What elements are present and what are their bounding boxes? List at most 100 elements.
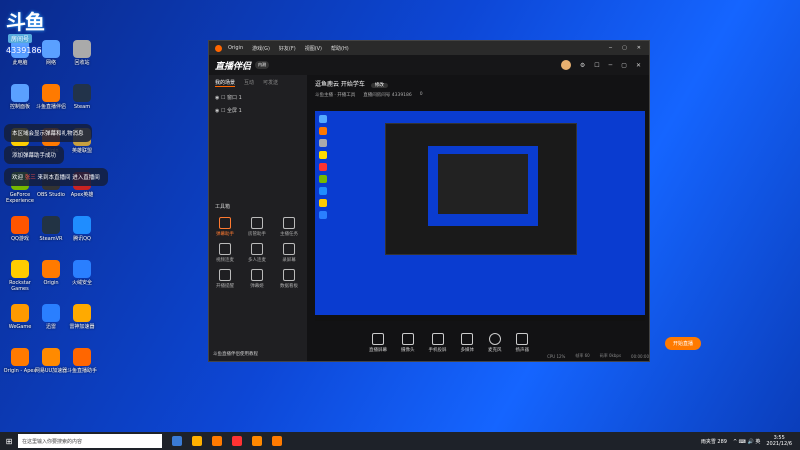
app-close-button[interactable]: ✕ (636, 62, 641, 69)
room-id: 直播间房间号 4339186 (363, 93, 412, 98)
tool-item[interactable]: 主播任务 (273, 217, 305, 237)
douyu-companion-app: 直播伴侣 内测 ⚙ ☐ ─ ▢ ✕ 我的场景 互动 可发送 ◉ ☐ 窗口 1 ◉… (209, 55, 701, 361)
tool-icon (219, 217, 231, 229)
taskbar-search-input[interactable]: 在这里输入你要搜索的内容 (18, 434, 162, 448)
tutorial-link[interactable]: 斗鱼直播伴侣使用教程 (213, 351, 258, 357)
app-icon (73, 304, 91, 322)
desktop-icon[interactable]: 回收站 (64, 40, 100, 66)
edit-title-button[interactable]: 修改 (370, 83, 388, 88)
tool-item[interactable]: 数据看板 (273, 269, 305, 289)
app-icon (11, 260, 29, 278)
app-icon (42, 260, 60, 278)
weather-widget[interactable]: 雨夹雪 289 (701, 438, 727, 445)
origin-logo-icon (215, 44, 222, 52)
fps-status: 帧率 60 (575, 353, 590, 358)
room-title: 逗鱼鹿云 开始学车 (315, 81, 365, 88)
taskbar-app-icon[interactable] (252, 436, 262, 446)
tool-item[interactable]: 开播提醒 (209, 269, 241, 289)
preview-desktop-icons (319, 115, 333, 223)
start-button[interactable]: ⊞ (0, 437, 18, 446)
settings-icon[interactable]: ⚙ (580, 62, 585, 69)
preview-nested-window (385, 123, 577, 255)
app-header: 直播伴侣 内测 ⚙ ☐ ─ ▢ ✕ (209, 55, 649, 75)
tool-item[interactable]: 视频连麦 (209, 243, 241, 263)
app-icon (73, 260, 91, 278)
toolbox-grid: 弹幕助手 房管助手 主播任务视频连麦 多人连麦 录屏幕开播提醒 弹幕姬 数据看板 (209, 217, 307, 289)
tool-icon (283, 217, 295, 229)
desktop-icon[interactable]: 腾讯QQ (64, 216, 100, 242)
window-title: Origin (228, 45, 244, 51)
desktop-icon[interactable]: 雷神加速器 (64, 304, 100, 330)
tool-icon (251, 217, 263, 229)
tray-icons[interactable]: ^ ⌨ 🔊 英 (733, 438, 760, 445)
app-sidebar: 我的场景 互动 可发送 ◉ ☐ 窗口 1 ◉ ☐ 全屏 1 工具箱 弹幕助手 房管… (209, 75, 307, 361)
room-title-row: 逗鱼鹿云 开始学车 修改 (309, 75, 649, 92)
speaker-button[interactable]: 扬声器 (516, 333, 529, 353)
screen-capture-button[interactable]: 直播屏幕 (369, 333, 387, 353)
preview-nested-app (438, 154, 528, 214)
toast-danmu-area: 本区域会显示弹幕和礼物消息 (4, 124, 92, 142)
app-icon (73, 216, 91, 234)
menu-help[interactable]: 帮助(H) (331, 45, 349, 52)
go-live-button[interactable]: 开始直播 (664, 336, 701, 350)
taskbar: ⊞ 在这里输入你要搜索的内容 雨夹雪 289 ^ ⌨ 🔊 英 3:55 2021… (0, 432, 800, 450)
app-minimize-button[interactable]: ─ (609, 62, 613, 69)
tool-icon (219, 243, 231, 255)
tool-item[interactable]: 多人连麦 (241, 243, 273, 263)
preview-taskbar (315, 315, 645, 321)
scene-fullscreen-1[interactable]: ◉ ☐ 全屏 1 (209, 104, 307, 117)
close-button[interactable]: ✕ (637, 45, 641, 51)
taskbar-app-icon[interactable] (192, 436, 202, 446)
tab-interact[interactable]: 互动 (244, 79, 254, 87)
tool-item[interactable]: 弹幕助手 (209, 217, 241, 237)
tool-icon (219, 269, 231, 281)
app-icon (11, 216, 29, 234)
cpu-status: CPU 12% (547, 353, 566, 359)
toolbox-title: 工具箱 (215, 204, 231, 210)
app-icon (11, 304, 29, 322)
room-tag: 房间号 (8, 34, 33, 43)
tool-item[interactable]: 房管助手 (241, 217, 273, 237)
desktop-icon[interactable]: Steam (64, 84, 100, 110)
app-icon (42, 84, 60, 102)
taskbar-app-icon[interactable] (232, 436, 242, 446)
viewer-count: 0 (419, 92, 423, 97)
tool-item[interactable]: 录屏幕 (273, 243, 305, 263)
microphone-button[interactable]: 麦克风 (488, 333, 502, 353)
app-icon (11, 348, 29, 366)
menu-game[interactable]: 游戏(G) (252, 45, 270, 52)
app-icon (73, 40, 91, 58)
bitrate-status: 码率 0kbps (599, 353, 622, 358)
skin-icon[interactable]: ☐ (594, 62, 599, 69)
tab-scenes[interactable]: 我的场景 (215, 79, 236, 87)
tool-item[interactable]: 弹幕姬 (241, 269, 273, 289)
tool-icon (283, 243, 295, 255)
desktop-icon[interactable]: 斗鱼直播助手 (64, 348, 100, 374)
avatar[interactable] (560, 60, 571, 70)
scene-window-1[interactable]: ◉ ☐ 窗口 1 (209, 91, 307, 104)
app-icon (42, 304, 60, 322)
app-brand: 直播伴侣 (215, 61, 252, 72)
app-icon (73, 348, 91, 366)
taskbar-app-icon[interactable] (272, 436, 282, 446)
tab-send[interactable]: 可发送 (263, 79, 278, 87)
origin-titlebar: Origin 游戏(G) 好友(F) 视图(V) 帮助(H) ─ ▢ ✕ (209, 41, 649, 55)
taskbar-app-icon[interactable] (212, 436, 222, 446)
app-maximize-button[interactable]: ▢ (621, 62, 627, 69)
minimize-button[interactable]: ─ (609, 45, 612, 51)
media-button[interactable]: 多媒体 (461, 333, 474, 353)
toast-welcome: 欢迎 张三 来到本直播间 进入直播间 (4, 168, 108, 186)
menu-view[interactable]: 视图(V) (305, 45, 322, 52)
clock[interactable]: 3:55 2021/12/6 (766, 435, 792, 447)
taskbar-app-icon[interactable] (172, 436, 182, 446)
system-tray: 雨夹雪 289 ^ ⌨ 🔊 英 3:55 2021/12/6 (701, 435, 792, 447)
desktop-icon[interactable]: 火绒安全 (64, 260, 100, 286)
status-bar: CPU 12% 帧率 60 码率 0kbps 00:00:00 (309, 351, 657, 361)
menu-friends[interactable]: 好友(F) (279, 45, 296, 52)
douyu-logo-overlay: 斗鱼 房间号 4339186 (2, 2, 62, 58)
room-category[interactable]: 斗鱼主播 · 开播工具 (315, 92, 355, 98)
camera-button[interactable]: 摄像头 (401, 333, 415, 353)
maximize-button[interactable]: ▢ (622, 45, 627, 51)
stream-preview[interactable] (315, 111, 645, 321)
phone-cast-button[interactable]: 手机投屏 (429, 333, 447, 353)
